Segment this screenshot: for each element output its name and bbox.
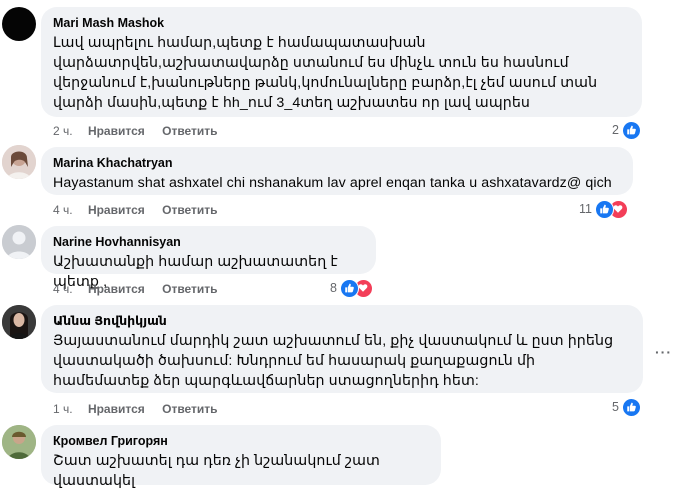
comment-author[interactable]: Marina Khachatryan — [53, 155, 621, 172]
reaction-summary[interactable]: 2 — [612, 120, 641, 140]
like-reaction-icon — [339, 278, 359, 298]
comment-text: Լավ ապրելու համար,պետք է համապատասխան վա… — [53, 35, 598, 111]
reaction-count: 8 — [330, 281, 337, 295]
reply-button[interactable]: Ответить — [162, 402, 217, 416]
reaction-summary[interactable]: 5 — [612, 397, 641, 417]
comment-actions: 1 ч. Нравится Ответить — [53, 401, 232, 417]
like-reaction-icon — [621, 397, 641, 417]
reaction-summary[interactable]: 11 — [579, 199, 628, 219]
comment-bubble: Marina Khachatryan Hayastanum shat ashxa… — [41, 147, 633, 195]
reaction-count: 2 — [612, 123, 619, 137]
like-button[interactable]: Нравится — [88, 124, 145, 138]
like-button[interactable]: Нравится — [88, 402, 145, 416]
avatar[interactable] — [2, 145, 36, 179]
reply-button[interactable]: Ответить — [162, 282, 217, 296]
comment-author[interactable]: Աննա Յովնիկյան — [53, 313, 631, 330]
comment-actions: 4 ч. Нравится Ответить — [53, 281, 232, 297]
comment-bubble: Кромвел Григорян Շատ աշխատել դա դեռ չի ն… — [41, 425, 441, 489]
reply-button[interactable]: Ответить — [162, 124, 217, 138]
avatar[interactable] — [2, 225, 36, 259]
like-button[interactable]: Нравится — [88, 282, 145, 296]
avatar[interactable] — [2, 7, 36, 41]
comment-time[interactable]: 4 ч. — [53, 282, 73, 296]
like-reaction-icon — [621, 120, 641, 140]
comment-bubble: Mari Mash Mashok Լավ ապրելու համար,պետք … — [41, 7, 642, 117]
reaction-count: 5 — [612, 400, 619, 414]
comment-bubble: Narine Hovhannisyan Աշխատանքի համար աշխա… — [41, 226, 376, 290]
reply-button[interactable]: Ответить — [162, 203, 217, 217]
reaction-summary[interactable]: 8 — [330, 278, 373, 298]
comment-text: Hayastanum shat ashxatel chi nshanakum l… — [53, 175, 612, 191]
comment-actions: 4 ч. Нравится Ответить — [53, 202, 232, 218]
comment-author[interactable]: Mari Mash Mashok — [53, 15, 630, 32]
comment-author[interactable]: Кромвел Григорян — [53, 433, 429, 450]
comment-text: Յայաստանում մարդիկ շատ աշխատում են, քիչ … — [53, 333, 614, 389]
avatar[interactable] — [2, 305, 36, 339]
comment-author[interactable]: Narine Hovhannisyan — [53, 234, 364, 251]
like-button[interactable]: Нравится — [88, 203, 145, 217]
comment-bubble: Աննա Յովնիկյան Յայաստանում մարդիկ շատ աշ… — [41, 305, 643, 393]
comment-actions: 2 ч. Нравится Ответить — [53, 123, 232, 139]
avatar[interactable] — [2, 425, 36, 459]
comment-text: Շատ աշխատել դա դեռ չի նշանակում շատ վաստ… — [53, 453, 380, 489]
reaction-count: 11 — [579, 202, 592, 216]
more-options-icon[interactable]: ··· — [655, 344, 672, 360]
comment-time[interactable]: 4 ч. — [53, 203, 73, 217]
comment-time[interactable]: 1 ч. — [53, 402, 73, 416]
comment-time[interactable]: 2 ч. — [53, 124, 73, 138]
like-reaction-icon — [594, 199, 614, 219]
